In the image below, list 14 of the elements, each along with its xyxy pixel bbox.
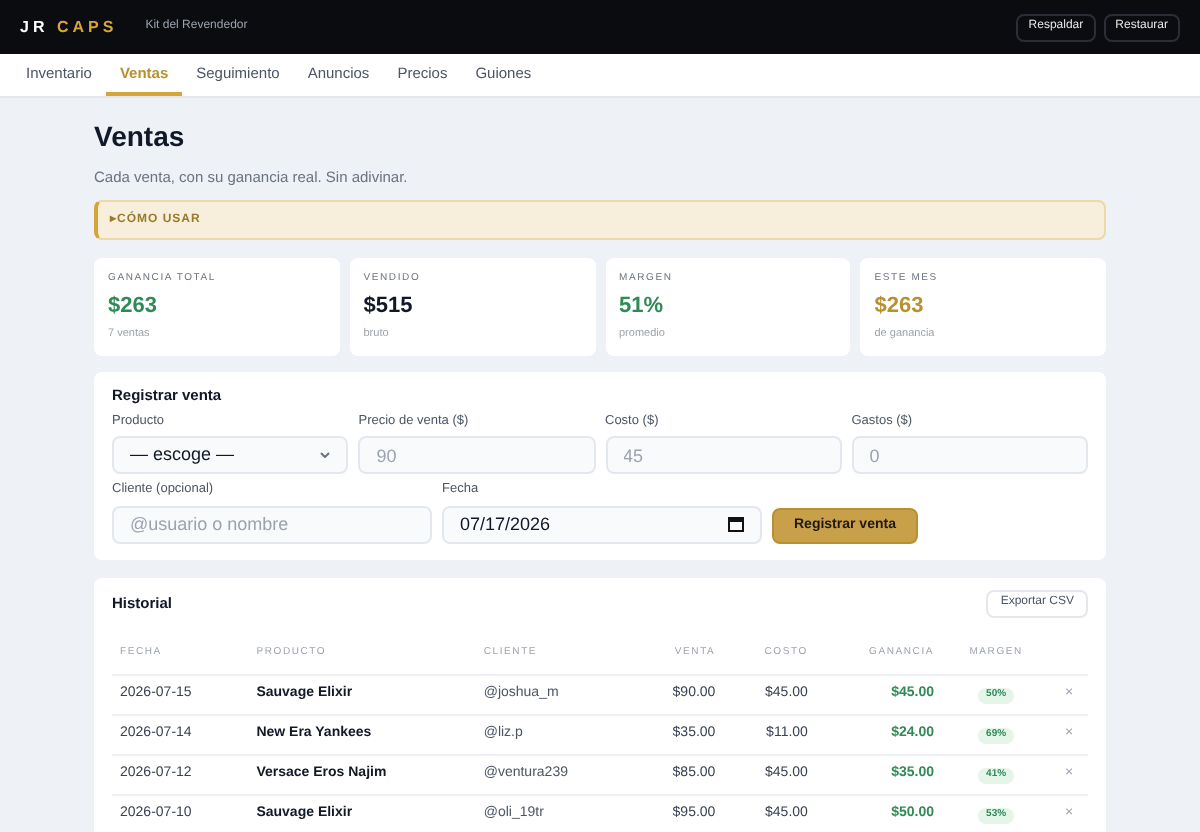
input-field[interactable]: 45	[605, 436, 842, 475]
page-title: Ventas	[94, 122, 187, 150]
calendar-icon	[728, 516, 744, 533]
input-field[interactable]: @usuario o nombre	[112, 505, 432, 544]
stat-value: $263	[108, 295, 159, 318]
input-field[interactable]: 90	[358, 436, 595, 475]
stat-value: $515	[363, 295, 415, 318]
product-select[interactable]: — escoge —	[112, 436, 349, 475]
chevron-icon	[320, 452, 331, 459]
date-field[interactable]: 07/17/2026	[442, 505, 762, 544]
stat-value: 51%	[619, 295, 666, 318]
input-field[interactable]: 0	[851, 436, 1088, 475]
stat-value: $263	[874, 295, 926, 318]
brand-logo: JR CAPS	[20, 15, 118, 39]
